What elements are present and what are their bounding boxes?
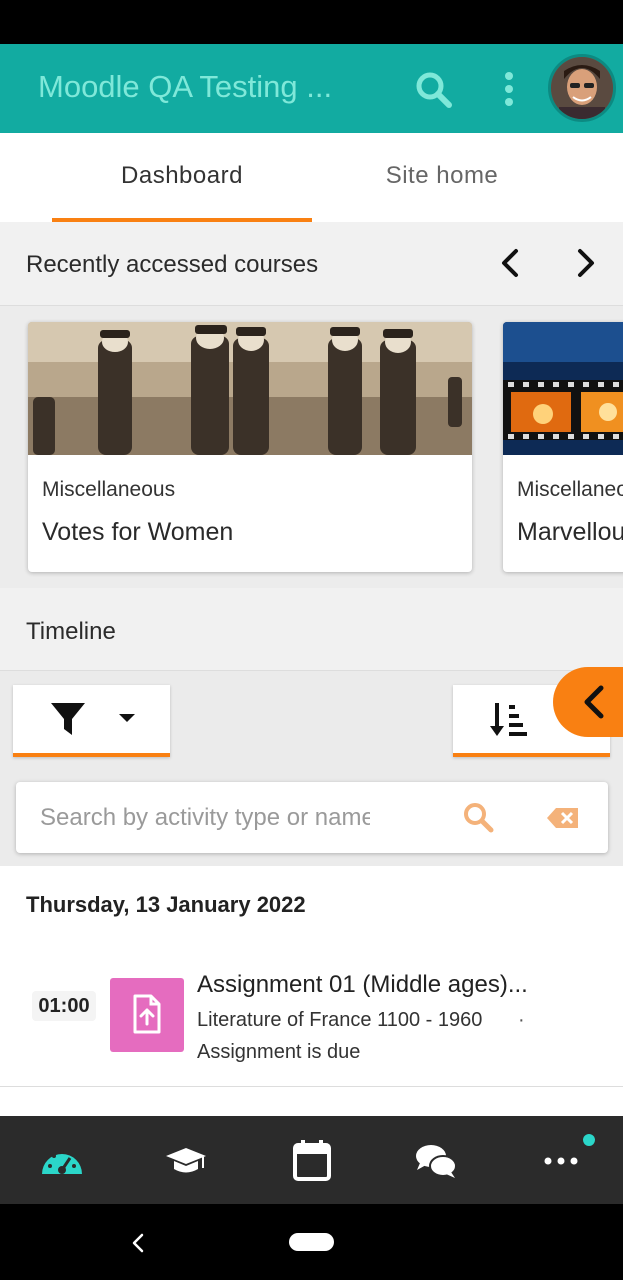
search-field xyxy=(16,782,608,853)
course-category: Miscellaneous xyxy=(517,478,623,501)
course-name: Votes for Women xyxy=(42,518,234,546)
assignment-icon xyxy=(110,978,184,1052)
timeline-date: Thursday, 13 January 2022 xyxy=(26,892,306,917)
notification-dot xyxy=(583,1134,595,1146)
block-toggle-button[interactable] xyxy=(553,667,623,737)
recent-courses-header: Recently accessed courses xyxy=(0,222,623,306)
sort-descending-icon xyxy=(490,703,527,736)
more-icon[interactable] xyxy=(536,1136,586,1186)
course-card[interactable]: Miscellaneous Marvellous xyxy=(503,322,623,572)
search-input[interactable] xyxy=(40,800,370,836)
event-time: 01:00 xyxy=(32,991,96,1021)
course-image xyxy=(28,322,472,455)
filter-icon xyxy=(51,703,85,735)
search-icon[interactable] xyxy=(461,800,495,834)
filter-button[interactable] xyxy=(13,685,170,757)
chevron-right-icon[interactable] xyxy=(568,246,602,280)
event-title[interactable]: Assignment 01 (Middle ages)... xyxy=(197,971,557,999)
system-nav-bar xyxy=(0,1204,623,1280)
tab-site-home[interactable]: Site home xyxy=(312,133,572,222)
event-course: Literature of France 1100 - 1960 xyxy=(197,1009,483,1031)
home-pill[interactable] xyxy=(289,1233,334,1251)
caret-down-icon xyxy=(119,714,135,722)
course-category: Miscellaneous xyxy=(42,478,176,501)
course-name: Marvellous xyxy=(517,518,623,546)
messages-icon[interactable] xyxy=(411,1136,461,1186)
dashboard-icon[interactable] xyxy=(37,1136,87,1186)
event-separator: · xyxy=(518,1009,525,1031)
app-title: Moodle QA Testing ... xyxy=(38,69,333,104)
more-vertical-icon[interactable] xyxy=(494,68,524,112)
app-bar: Moodle QA Testing ... xyxy=(0,44,623,133)
timeline-controls xyxy=(0,667,623,866)
chevron-left-icon xyxy=(584,685,604,719)
calendar-icon[interactable] xyxy=(287,1136,337,1186)
course-image xyxy=(503,322,623,455)
recent-courses-title: Recently accessed courses xyxy=(26,251,319,278)
chevron-left-icon[interactable] xyxy=(494,246,528,280)
status-bar xyxy=(0,0,623,44)
backspace-icon[interactable] xyxy=(546,806,580,830)
timeline-header: Timeline xyxy=(0,588,623,671)
timeline-title: Timeline xyxy=(26,618,116,645)
bottom-nav xyxy=(0,1116,623,1204)
event-description: Assignment is due xyxy=(197,1041,361,1063)
course-card[interactable]: Miscellaneous Votes for Women xyxy=(28,322,472,572)
timeline-event[interactable]: 01:00 Assignment 01 (Middle ages)... Lit… xyxy=(0,961,623,1087)
avatar[interactable] xyxy=(548,54,616,122)
tab-dashboard[interactable]: Dashboard xyxy=(52,133,312,222)
tab-bar: Dashboard Site home xyxy=(0,133,623,222)
search-icon[interactable] xyxy=(410,66,458,114)
courses-carousel[interactable]: Miscellaneous Votes for Women Miscellane… xyxy=(0,306,623,588)
back-icon[interactable] xyxy=(128,1230,148,1256)
courses-icon[interactable] xyxy=(161,1136,211,1186)
timeline-list: Thursday, 13 January 2022 01:00 Assignme… xyxy=(0,866,623,1116)
